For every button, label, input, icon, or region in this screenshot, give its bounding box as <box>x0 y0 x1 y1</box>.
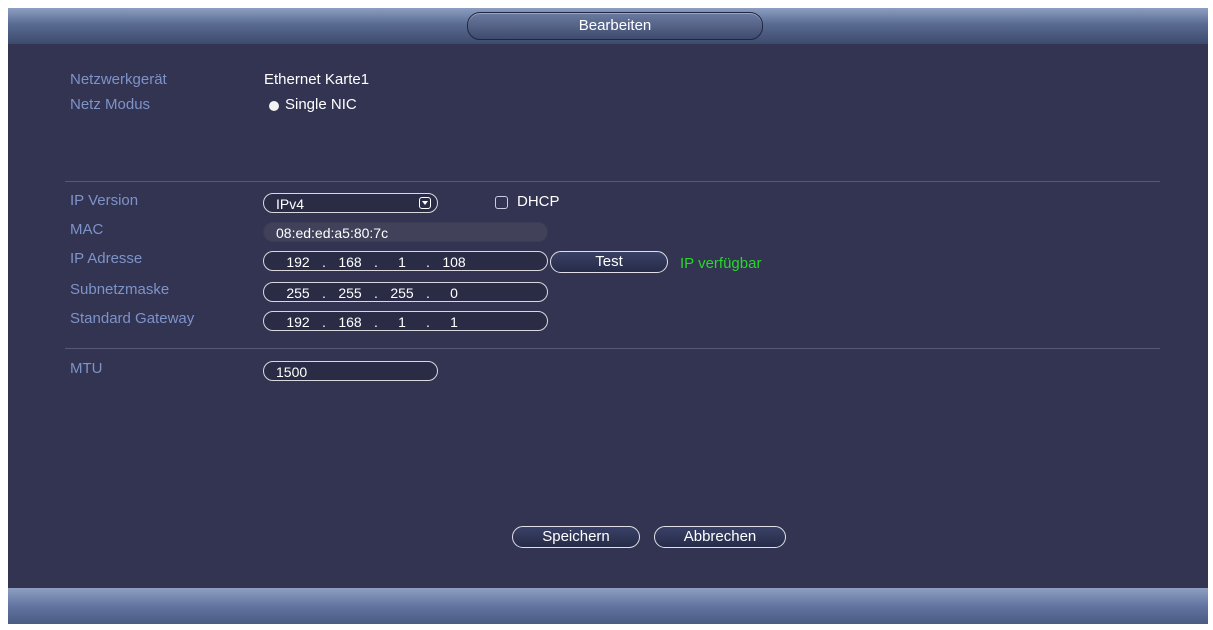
ip-status-text: IP verfügbar <box>680 255 762 272</box>
mac-value: 08:ed:ed:a5:80:7c <box>276 225 389 241</box>
mtu-input[interactable]: 1500 <box>263 361 438 381</box>
bottom-bar <box>8 588 1208 624</box>
subnet-octet-2[interactable]: 255 <box>330 283 370 303</box>
ip-address-input[interactable]: 192 . 168 . 1 . 108 <box>263 251 548 271</box>
octet-dot: . <box>374 314 378 330</box>
octet-dot: . <box>322 254 326 270</box>
save-button[interactable]: Speichern <box>512 526 640 548</box>
gateway-label: Standard Gateway <box>70 310 195 327</box>
separator <box>65 348 1160 349</box>
octet-dot: . <box>374 285 378 301</box>
subnet-octet-3[interactable]: 255 <box>382 283 422 303</box>
octet-dot: . <box>426 314 430 330</box>
octet-dot: . <box>322 314 326 330</box>
octet-dot: . <box>426 254 430 270</box>
mtu-value: 1500 <box>276 364 308 380</box>
single-nic-radio[interactable]: Single NIC <box>267 96 417 116</box>
subnet-octet-1[interactable]: 255 <box>278 283 318 303</box>
gateway-octet-3[interactable]: 1 <box>382 312 422 332</box>
test-button[interactable]: Test <box>550 251 668 273</box>
cancel-button[interactable]: Abbrechen <box>654 526 786 548</box>
gateway-octet-1[interactable]: 192 <box>278 312 318 332</box>
ip-version-select[interactable]: IPv4 <box>263 193 438 213</box>
dhcp-label: DHCP <box>517 193 560 210</box>
gateway-octet-2[interactable]: 168 <box>330 312 370 332</box>
octet-dot: . <box>322 285 326 301</box>
mac-label: MAC <box>70 221 104 238</box>
dialog-title: Bearbeiten <box>467 12 763 40</box>
mtu-label: MTU <box>70 360 103 377</box>
network-device-value: Ethernet Karte1 <box>264 71 370 88</box>
dropdown-arrow-icon <box>419 197 431 209</box>
octet-dot: . <box>426 285 430 301</box>
separator <box>65 181 1160 182</box>
network-device-label: Netzwerkgerät <box>70 71 167 88</box>
ip-address-label: IP Adresse <box>70 250 143 267</box>
checkbox-icon <box>495 196 508 209</box>
octet-dot: . <box>374 254 378 270</box>
ip-octet-3[interactable]: 1 <box>382 252 422 272</box>
subnet-label: Subnetzmaske <box>70 281 170 298</box>
title-bar: Bearbeiten <box>8 8 1208 44</box>
single-nic-label: Single NIC <box>285 96 357 113</box>
gateway-input[interactable]: 192 . 168 . 1 . 1 <box>263 311 548 331</box>
radio-selected-icon <box>269 101 279 111</box>
ip-octet-2[interactable]: 168 <box>330 252 370 272</box>
net-mode-label: Netz Modus <box>70 96 151 113</box>
subnet-input[interactable]: 255 . 255 . 255 . 0 <box>263 282 548 302</box>
ip-octet-4[interactable]: 108 <box>434 252 474 272</box>
mac-field: 08:ed:ed:a5:80:7c <box>263 222 548 242</box>
ip-octet-1[interactable]: 192 <box>278 252 318 272</box>
ip-version-value: IPv4 <box>276 196 305 212</box>
edit-dialog: Bearbeiten Netzwerkgerät Ethernet Karte1… <box>8 8 1208 624</box>
gateway-octet-4[interactable]: 1 <box>434 312 474 332</box>
ip-version-label: IP Version <box>70 192 139 209</box>
subnet-octet-4[interactable]: 0 <box>434 283 474 303</box>
dhcp-checkbox[interactable]: DHCP <box>495 193 605 213</box>
